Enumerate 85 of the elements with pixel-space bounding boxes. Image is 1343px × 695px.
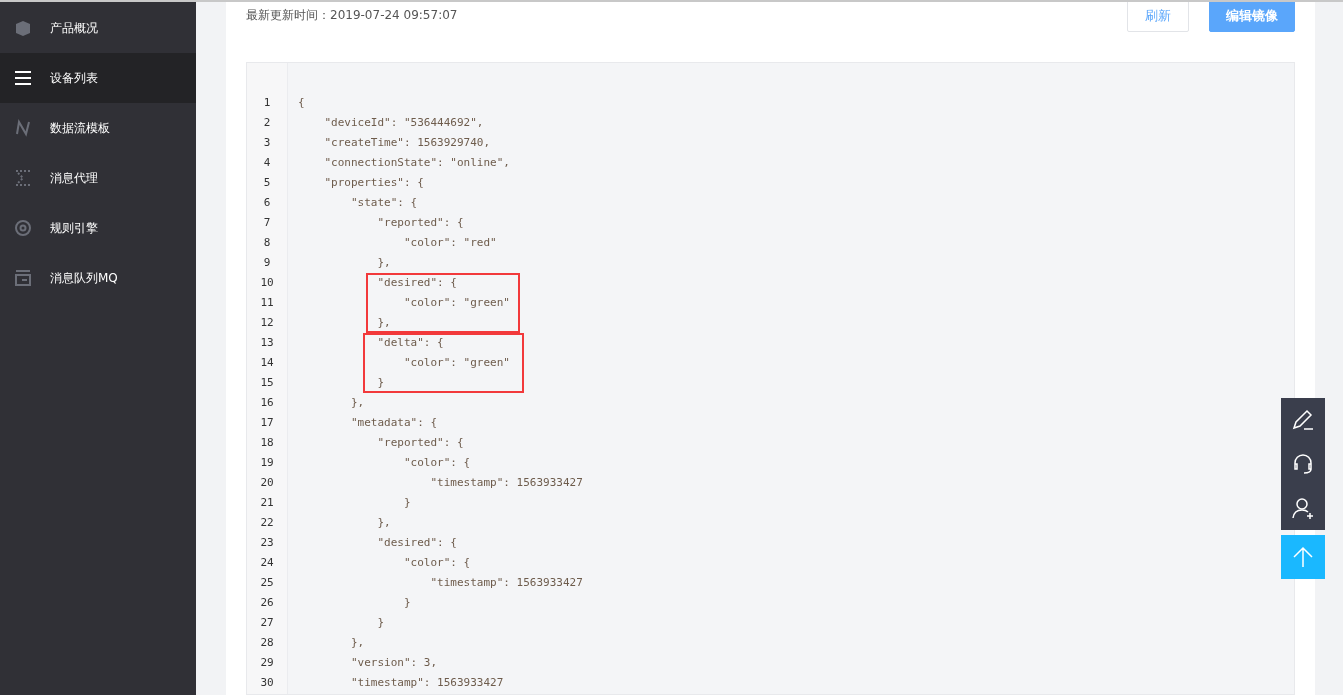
code-line: "color": "green" [402, 295, 510, 311]
code-line: "reported": { [376, 215, 464, 231]
code-line: "version": 3, [349, 655, 438, 671]
line-number: 21 [259, 495, 275, 511]
code-line: "desired": { [376, 535, 457, 551]
code-line: "properties": { [323, 175, 424, 191]
line-number: 19 [259, 455, 275, 471]
code-line: } [402, 495, 411, 511]
code-line: "state": { [349, 195, 418, 211]
code-line: "timestamp": 1563933427 [429, 575, 583, 591]
line-number: 11 [259, 295, 275, 311]
line-number: 23 [259, 535, 275, 551]
line-number: 9 [262, 255, 272, 271]
feedback-button[interactable] [1281, 398, 1325, 442]
code-line: "timestamp": 1563933427 [429, 475, 583, 491]
line-number: 8 [262, 235, 272, 251]
sidebar-item-label: 设备列表 [50, 69, 98, 87]
sidebar-item-label: 产品概况 [50, 19, 98, 37]
code-line: "color": "red" [402, 235, 497, 251]
sidebar-item[interactable]: 规则引擎 [0, 203, 196, 253]
code-line: }, [349, 635, 365, 651]
line-number: 10 [259, 275, 275, 291]
line-number: 18 [259, 435, 275, 451]
line-number: 14 [259, 355, 275, 371]
target-icon [14, 219, 32, 237]
code-line: "createTime": 1563929740, [323, 135, 491, 151]
code-line: "color": "green" [402, 355, 510, 371]
code-line: "timestamp": 1563933427 [349, 675, 504, 691]
sidebar-item[interactable]: 消息队列MQ [0, 253, 196, 303]
line-number: 27 [259, 615, 275, 631]
code-line: "reported": { [376, 435, 464, 451]
code-line: "color": { [402, 555, 471, 571]
code-line: "metadata": { [349, 415, 438, 431]
line-number: 7 [262, 215, 272, 231]
line-number: 15 [259, 375, 275, 391]
line-number: 20 [259, 475, 275, 491]
line-number: 25 [259, 575, 275, 591]
line-graph-icon [14, 119, 32, 137]
line-number: 22 [259, 515, 275, 531]
code-line: }, [349, 395, 365, 411]
sidebar-item-label: 数据流模板 [50, 119, 110, 137]
broker-icon [14, 169, 32, 187]
line-number: 28 [259, 635, 275, 651]
headset-icon [1291, 452, 1315, 476]
sidebar-item-label: 消息队列MQ [50, 269, 118, 287]
code-line: { [298, 95, 305, 111]
pencil-icon [1291, 408, 1315, 432]
menu-icon [14, 69, 32, 87]
line-number: 3 [262, 135, 272, 151]
line-number: 24 [259, 555, 275, 571]
code-line: "color": { [402, 455, 471, 471]
code-line: "connectionState": "online", [323, 155, 510, 171]
sidebar-item[interactable]: 设备列表 [0, 53, 196, 103]
update-time: 最新更新时间：2019-07-24 09:57:07 [246, 7, 458, 24]
line-number: 1 [262, 95, 272, 111]
line-number: 6 [262, 195, 272, 211]
add-user-button[interactable] [1281, 486, 1325, 530]
code-line: }, [376, 515, 391, 531]
line-number: 13 [259, 335, 275, 351]
line-number: 17 [259, 415, 275, 431]
line-number: 26 [259, 595, 275, 611]
line-number: 4 [262, 155, 272, 171]
sidebar-item[interactable]: 产品概况 [0, 3, 196, 53]
code-line: } [376, 375, 385, 391]
code-line: "deviceId": "536444692", [323, 115, 484, 131]
sidebar-item-label: 消息代理 [50, 169, 98, 187]
cube-icon [14, 19, 32, 37]
line-number: 29 [259, 655, 275, 671]
wallet-icon [14, 269, 32, 287]
arrow-up-icon [1291, 545, 1315, 569]
code-line: "desired": { [376, 275, 457, 291]
line-number: 12 [259, 315, 275, 331]
line-number: 2 [262, 115, 272, 131]
code-line: }, [376, 315, 391, 331]
sidebar-item[interactable]: 数据流模板 [0, 103, 196, 153]
user-add-icon [1291, 496, 1315, 520]
sidebar-item-label: 规则引擎 [50, 219, 98, 237]
code-line: }, [376, 255, 391, 271]
code-line: "delta": { [376, 335, 444, 351]
code-line: } [402, 595, 411, 611]
sidebar-item[interactable]: 消息代理 [0, 153, 196, 203]
code-line: } [376, 615, 385, 631]
line-number: 16 [259, 395, 275, 411]
line-number: 30 [259, 675, 275, 691]
line-number: 5 [262, 175, 272, 191]
